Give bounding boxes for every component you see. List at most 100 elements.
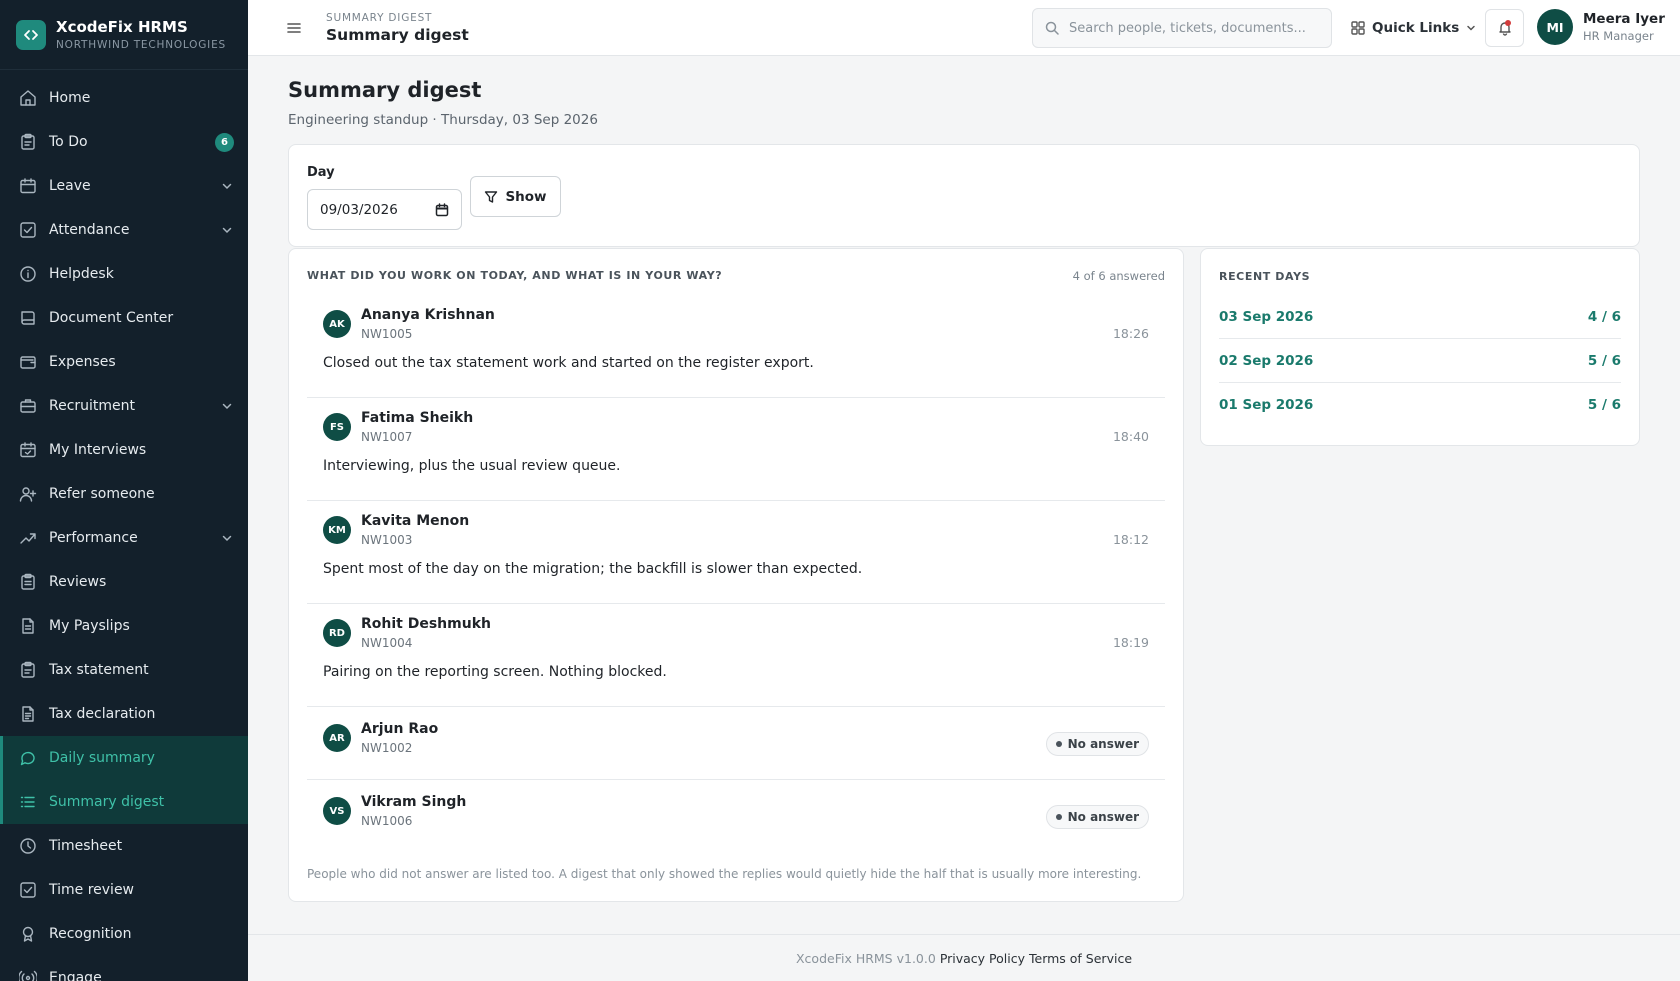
chevron-down-icon[interactable] [220,531,234,545]
calendar-check-icon [19,441,37,459]
answer-row: AK Ananya Krishnan NW1005 18:26 Closed out t… [307,295,1165,398]
question-heading: WHAT DID YOU WORK ON TODAY, AND WHAT IS … [307,269,723,282]
sidebar-item-tax-declaration[interactable]: Tax declaration [0,692,248,736]
no-answer-row: VS Vikram Singh NW1006 No answer [307,780,1165,853]
employee-id: NW1003 [361,533,413,547]
list-icon [19,793,37,811]
avatar: AK [323,310,351,338]
search-placeholder: Search people, tickets, documents... [1069,20,1306,36]
broadcast-icon [19,969,37,981]
calendar-icon[interactable] [435,202,449,217]
clipboard-icon [19,133,37,151]
sidebar-item-timesheet[interactable]: Timesheet [0,824,248,868]
employee-name[interactable]: Rohit Deshmukh [361,616,491,632]
sidebar-item-summary-digest[interactable]: Summary digest [0,780,248,824]
day-date-value: 09/03/2026 [320,201,398,218]
sidebar-item-leave[interactable]: Leave [0,164,248,208]
sidebar-item-attendance[interactable]: Attendance [0,208,248,252]
file-icon [19,617,37,635]
recent-day-row[interactable]: 01 Sep 2026 5 / 6 [1219,383,1621,427]
page-subtitle: Engineering standup · Thursday, 03 Sep 2… [288,112,598,128]
employee-name[interactable]: Kavita Menon [361,513,469,529]
brand[interactable]: XcodeFix HRMS NORTHWIND TECHNOLOGIES [0,0,248,70]
recent-day-date[interactable]: 01 Sep 2026 [1219,397,1313,413]
sidebar-item-performance[interactable]: Performance [0,516,248,560]
day-date-input[interactable]: 09/03/2026 [307,189,462,230]
grid-icon [1351,21,1365,35]
topbar-title: Summary digest [326,25,469,44]
no-answer-badge: No answer [1045,732,1149,756]
breadcrumb: SUMMARY DIGEST Summary digest [326,12,469,44]
sidebar-item-expenses[interactable]: Expenses [0,340,248,384]
recent-day-date[interactable]: 03 Sep 2026 [1219,309,1313,325]
answer-text: Closed out the tax statement work and st… [323,355,814,371]
answer-list: AK Ananya Krishnan NW1005 18:26 Closed out t… [307,295,1165,853]
sidebar-item-reviews[interactable]: Reviews [0,560,248,604]
sidebar-item-engage[interactable]: Engage [0,956,248,981]
user-plus-icon [19,485,37,503]
quick-links-button[interactable]: Quick Links [1350,12,1477,44]
sidebar-item-document-center[interactable]: Document Center [0,296,248,340]
check-square-icon [19,881,37,899]
avatar: FS [323,413,351,441]
employee-name[interactable]: Arjun Rao [361,721,438,737]
sidebar-item-my-interviews[interactable]: My Interviews [0,428,248,472]
avatar: MI [1537,9,1573,45]
employee-id: NW1007 [361,430,413,444]
terms-of-service-link[interactable]: Terms of Service [1029,951,1132,966]
recent-day-date[interactable]: 02 Sep 2026 [1219,353,1313,369]
recent-day-row[interactable]: 03 Sep 2026 4 / 6 [1219,295,1621,339]
sidebar-item-label: Recognition [49,926,132,942]
user-name: Meera Iyer [1583,11,1665,27]
sidebar-item-to-do[interactable]: To Do 6 [0,120,248,164]
filter-card: Day 09/03/2026 Show [288,144,1640,247]
chevron-down-icon[interactable] [220,223,234,237]
avatar: KM [323,516,351,544]
sidebar-item-helpdesk[interactable]: Helpdesk [0,252,248,296]
no-answer-label: No answer [1067,737,1139,751]
chevron-down-icon[interactable] [220,179,234,193]
sidebar-item-my-payslips[interactable]: My Payslips [0,604,248,648]
sidebar-item-daily-summary[interactable]: Daily summary [0,736,248,780]
breadcrumb-section: SUMMARY DIGEST [326,11,433,24]
employee-id: NW1005 [361,327,413,341]
sidebar-item-refer-someone[interactable]: Refer someone [0,472,248,516]
search-input[interactable]: Search people, tickets, documents... [1032,8,1332,48]
sidebar-item-tax-statement[interactable]: Tax statement [0,648,248,692]
sidebar-item-recognition[interactable]: Recognition [0,912,248,956]
briefcase-icon [19,397,37,415]
user-menu[interactable]: MI Meera Iyer HR Manager [1537,9,1665,45]
recent-day-row[interactable]: 02 Sep 2026 5 / 6 [1219,339,1621,383]
answer-time: 18:19 [1112,635,1149,650]
sidebar-item-label: Tax statement [49,662,149,678]
answer-text: Spent most of the day on the migration; … [323,561,863,577]
sidebar-item-label: Attendance [49,222,130,238]
notifications-button[interactable] [1485,9,1524,47]
hamburger-icon [287,22,301,33]
answer-text: Pairing on the reporting screen. Nothing… [323,664,667,680]
day-label: Day [307,165,335,180]
employee-id: NW1002 [361,741,413,755]
page-header: Summary digest Engineering standup · Thu… [288,78,598,128]
show-button[interactable]: Show [470,176,561,217]
sidebar-item-time-review[interactable]: Time review [0,868,248,912]
quick-links-label: Quick Links [1372,20,1460,36]
chevron-down-icon[interactable] [220,399,234,413]
sidebar-item-label: Recruitment [49,398,136,414]
sidebar-item-home[interactable]: Home [0,76,248,120]
employee-name[interactable]: Fatima Sheikh [361,410,473,426]
employee-name[interactable]: Vikram Singh [361,794,466,810]
menu-toggle-button[interactable] [276,10,312,46]
sidebar-item-label: Expenses [49,354,116,370]
sidebar-item-recruitment[interactable]: Recruitment [0,384,248,428]
employee-name[interactable]: Ananya Krishnan [361,307,495,323]
sidebar: XcodeFix HRMS NORTHWIND TECHNOLOGIES Hom… [0,0,248,981]
privacy-policy-link[interactable]: Privacy Policy [940,951,1025,966]
avatar: AR [323,724,351,752]
answers-footnote: People who did not answer are listed too… [307,867,1142,881]
sidebar-item-label: Tax declaration [49,706,156,722]
status-dot-icon [1055,814,1062,820]
clipboard-icon [19,661,37,679]
recent-day-ratio: 5 / 6 [1587,397,1621,413]
filter-icon [485,190,498,203]
